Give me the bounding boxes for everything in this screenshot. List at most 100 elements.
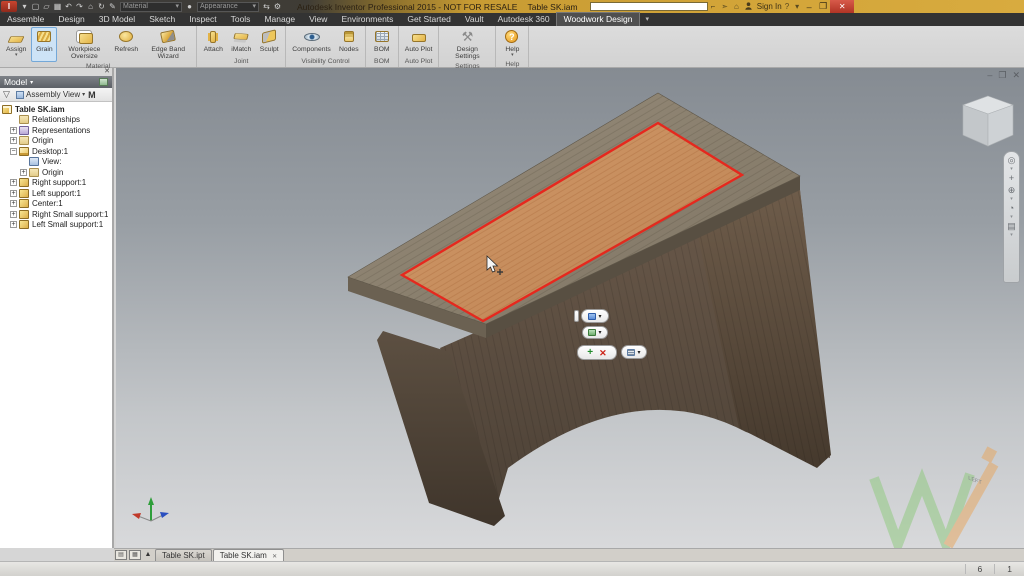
chevron-down-icon[interactable]: ▾ [1010, 233, 1013, 237]
chevron-down-icon[interactable]: ▾ [1010, 167, 1013, 171]
material-combo[interactable]: Material ▾ [120, 2, 182, 12]
auto-plot-button[interactable]: Auto Plot [402, 27, 436, 57]
nodes-button[interactable]: Nodes [336, 27, 362, 57]
tree-item[interactable]: + Center:1 [0, 199, 112, 210]
ribbon-display-options-icon[interactable]: ▾ [645, 13, 649, 26]
refresh-button[interactable]: Refresh [111, 27, 141, 62]
tree-item[interactable]: + Origin [0, 136, 112, 147]
help-menu-icon[interactable]: ? [785, 2, 789, 11]
tab-vault[interactable]: Vault [458, 13, 491, 26]
tree-item[interactable]: + Representations [0, 125, 112, 136]
tree-item[interactable]: + Left Small support:1 [0, 220, 112, 231]
help-button[interactable]: ? Help ▾ [499, 27, 525, 60]
tab-design[interactable]: Design [51, 13, 91, 26]
expander-icon[interactable]: + [10, 137, 17, 144]
appearance-combo[interactable]: Appearance ▾ [197, 2, 259, 12]
cascade-windows-icon[interactable]: ▤ [115, 550, 127, 560]
mini-toolbar-handle[interactable] [574, 310, 579, 322]
save-icon[interactable]: ▦ [52, 1, 63, 12]
app-menu-chevron-icon[interactable]: ▾ [19, 1, 30, 12]
expander-icon[interactable]: − [10, 148, 17, 155]
model-3d-scene[interactable]: TOP LEFT FRONT [116, 68, 1024, 548]
tab-assemble[interactable]: Assemble [0, 13, 51, 26]
tree-item[interactable]: View: [0, 157, 112, 168]
open-file-icon[interactable]: ▱ [41, 1, 52, 12]
tile-windows-icon[interactable]: ▦ [129, 550, 141, 560]
tab-tools[interactable]: Tools [224, 13, 258, 26]
tree-item[interactable]: + Left support:1 [0, 188, 112, 199]
measure-icon[interactable]: ✎ [107, 1, 118, 12]
update-icon[interactable]: ↻ [96, 1, 107, 12]
expander-icon[interactable]: + [10, 200, 17, 207]
adjust-icon[interactable]: ⇆ [261, 1, 272, 12]
tab-3d-model[interactable]: 3D Model [92, 13, 142, 26]
bom-button[interactable]: BOM [369, 27, 395, 57]
tab-environments[interactable]: Environments [334, 13, 400, 26]
doc-tab-table-sk-iam[interactable]: Table SK.iam ✕ [213, 549, 284, 561]
mini-toolbar-options[interactable]: ▾ [621, 345, 647, 359]
tree-item[interactable]: + Origin [0, 167, 112, 178]
close-tab-icon[interactable]: ✕ [272, 554, 277, 560]
undo-icon[interactable]: ↶ [63, 1, 74, 12]
expander-icon[interactable]: + [10, 211, 17, 218]
design-settings-button[interactable]: ⚒ Design Settings [442, 27, 492, 62]
tree-item[interactable]: + Right Small support:1 [0, 209, 112, 220]
grain-button[interactable]: Grain [31, 27, 57, 62]
chevron-down-icon[interactable]: ▾ [1010, 215, 1013, 219]
mini-toolbar-face-option[interactable]: ▾ [581, 309, 609, 323]
edge-band-wizard-button[interactable]: Edge Band Wizard [143, 27, 193, 62]
favorites-icon[interactable]: ⌂ [734, 2, 739, 11]
components-button[interactable]: Components [289, 27, 334, 57]
workpiece-oversize-button[interactable]: Workpiece Oversize [59, 27, 109, 62]
zoom-icon[interactable]: ⊕ [1008, 185, 1016, 195]
search-tree-icon[interactable]: M [88, 90, 96, 100]
assign-button[interactable]: Assign ▾ [3, 27, 29, 62]
expand-tabs-icon[interactable]: ▲ [143, 550, 153, 560]
panel-close-icon[interactable]: ✕ [102, 68, 112, 76]
browser-header[interactable]: Model ▾ [0, 76, 112, 88]
tab-view[interactable]: View [302, 13, 334, 26]
graphics-viewport[interactable]: TOP LEFT FRONT – ❐ ✕ ◎ ▾ + ⊕ ▾ ◔ ▾ ▤ ▾ ▾… [116, 68, 1024, 548]
chevron-down-icon[interactable]: ▾ [795, 2, 799, 11]
window-minimize-button[interactable]: – [802, 2, 816, 12]
filter-icon[interactable]: ▽ [3, 90, 12, 99]
tree-item[interactable]: + Right support:1 [0, 178, 112, 189]
doc-tab-table-sk-ipt[interactable]: Table SK.ipt [155, 549, 212, 561]
imatch-button[interactable]: iMatch [228, 27, 254, 57]
appearance-swatch-icon[interactable]: ● [184, 1, 195, 12]
orbit-icon[interactable]: ◔ [1009, 203, 1014, 213]
apply-button[interactable]: + [587, 348, 593, 358]
panel-return-icon[interactable] [99, 78, 108, 86]
expander-icon[interactable]: + [10, 221, 17, 228]
tree-item[interactable]: Relationships [0, 115, 112, 126]
window-close-button[interactable]: ✕ [830, 0, 854, 13]
tab-sketch[interactable]: Sketch [142, 13, 182, 26]
expander-icon[interactable]: + [10, 190, 17, 197]
home-view-icon[interactable]: ⌂ [85, 1, 96, 12]
doc-minimize-icon[interactable]: – [987, 70, 992, 81]
expander-icon[interactable]: + [20, 169, 27, 176]
exchange-apps-icon[interactable]: ➣ [721, 2, 728, 11]
navigation-wheel-icon[interactable]: ◎ [1008, 155, 1016, 165]
search-input[interactable] [590, 2, 708, 11]
view-mode-selector[interactable]: Assembly View [26, 90, 80, 99]
redo-icon[interactable]: ↷ [74, 1, 85, 12]
expander-icon[interactable]: + [10, 179, 17, 186]
tab-manage[interactable]: Manage [257, 13, 302, 26]
tree-item[interactable]: − Desktop:1 [0, 146, 112, 157]
new-file-icon[interactable]: ▢ [30, 1, 41, 12]
cancel-button[interactable]: ✕ [599, 348, 607, 358]
tab-inspect[interactable]: Inspect [182, 13, 223, 26]
chevron-down-icon[interactable]: ▾ [82, 91, 85, 98]
sign-in-button[interactable]: Sign In [757, 2, 782, 11]
inventor-logo-icon[interactable]: I [1, 1, 17, 12]
tab-get-started[interactable]: Get Started [400, 13, 457, 26]
tab-woodwork-design[interactable]: Woodwork Design [557, 13, 640, 26]
sculpt-button[interactable]: Sculpt [256, 27, 282, 57]
chevron-down-icon[interactable]: ▾ [1010, 197, 1013, 201]
search-options-icon[interactable]: ⌐ [711, 2, 716, 11]
mini-toolbar-grain-option[interactable]: ▾ [582, 326, 608, 339]
tree-item-root[interactable]: Table SK.iam [0, 104, 112, 115]
tab-autodesk-360[interactable]: Autodesk 360 [491, 13, 557, 26]
doc-close-icon[interactable]: ✕ [1012, 70, 1020, 81]
